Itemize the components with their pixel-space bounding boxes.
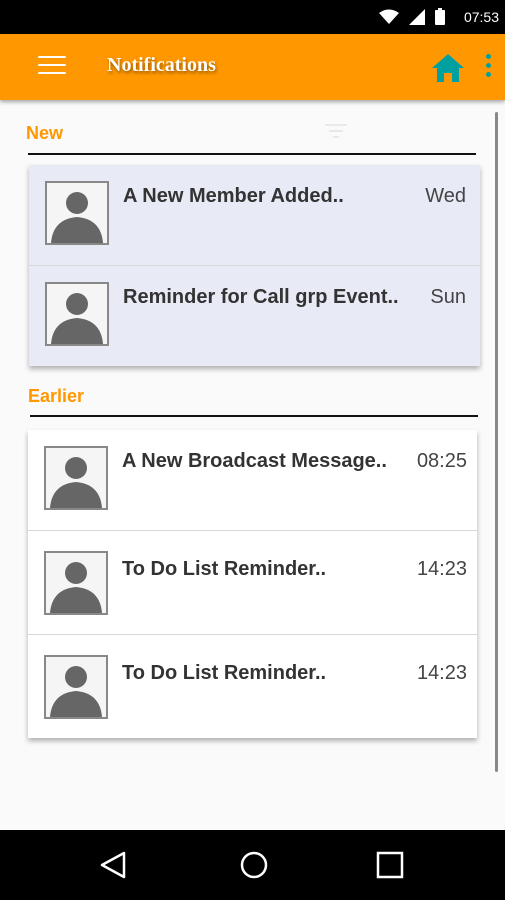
- notification-title: A New Broadcast Message..: [122, 450, 387, 472]
- notification-row[interactable]: To Do List Reminder.. 14:23: [28, 531, 477, 635]
- avatar-placeholder-icon: [45, 181, 109, 245]
- notification-row[interactable]: Reminder for Call grp Event.. Sun: [29, 266, 480, 366]
- status-bar: 07:53: [0, 0, 505, 34]
- notification-time: 14:23: [416, 558, 467, 580]
- notification-time: Sun: [430, 286, 466, 308]
- app-bar: Notifications: [0, 34, 505, 100]
- notification-row[interactable]: A New Member Added.. Wed: [29, 165, 480, 266]
- notification-time: 08:25: [416, 450, 467, 472]
- notifications-screen: 07:53 Notifications New A New Member Add…: [0, 0, 505, 900]
- divider-new: [28, 153, 476, 155]
- notification-title: To Do List Reminder..: [122, 662, 327, 684]
- battery-icon: [435, 8, 445, 25]
- earlier-notifications-card: A New Broadcast Message.. 08:25 To Do Li…: [28, 430, 477, 738]
- new-notifications-card: A New Member Added.. Wed Reminder for Ca…: [29, 165, 480, 366]
- home-icon[interactable]: [430, 52, 466, 84]
- recents-icon[interactable]: [375, 850, 405, 880]
- notification-row[interactable]: To Do List Reminder.. 14:23: [28, 635, 477, 738]
- back-icon[interactable]: [98, 850, 128, 880]
- avatar-placeholder-icon: [45, 282, 109, 346]
- menu-icon[interactable]: [38, 56, 66, 78]
- scrollbar[interactable]: [495, 112, 498, 772]
- page-title: Notifications: [107, 54, 216, 76]
- system-nav-bar: [0, 830, 505, 900]
- notification-time: Wed: [425, 185, 466, 207]
- avatar-placeholder-icon: [44, 446, 108, 510]
- notification-title: To Do List Reminder..: [122, 558, 327, 580]
- signal-icon: [409, 8, 425, 25]
- notification-row[interactable]: A New Broadcast Message.. 08:25: [28, 430, 477, 531]
- wifi-icon: [379, 9, 399, 24]
- section-label-new: New: [26, 123, 64, 143]
- status-time: 07:53: [463, 9, 499, 25]
- more-vert-icon[interactable]: [484, 54, 494, 82]
- home-circle-icon[interactable]: [239, 850, 269, 880]
- filter-icon: [325, 124, 347, 142]
- notification-title: A New Member Added..: [123, 185, 344, 207]
- section-label-earlier: Earlier: [28, 386, 85, 406]
- notification-title: Reminder for Call grp Event..: [123, 286, 399, 308]
- avatar-placeholder-icon: [44, 655, 108, 719]
- avatar-placeholder-icon: [44, 551, 108, 615]
- divider-earlier: [30, 415, 478, 417]
- notification-time: 14:23: [416, 662, 467, 684]
